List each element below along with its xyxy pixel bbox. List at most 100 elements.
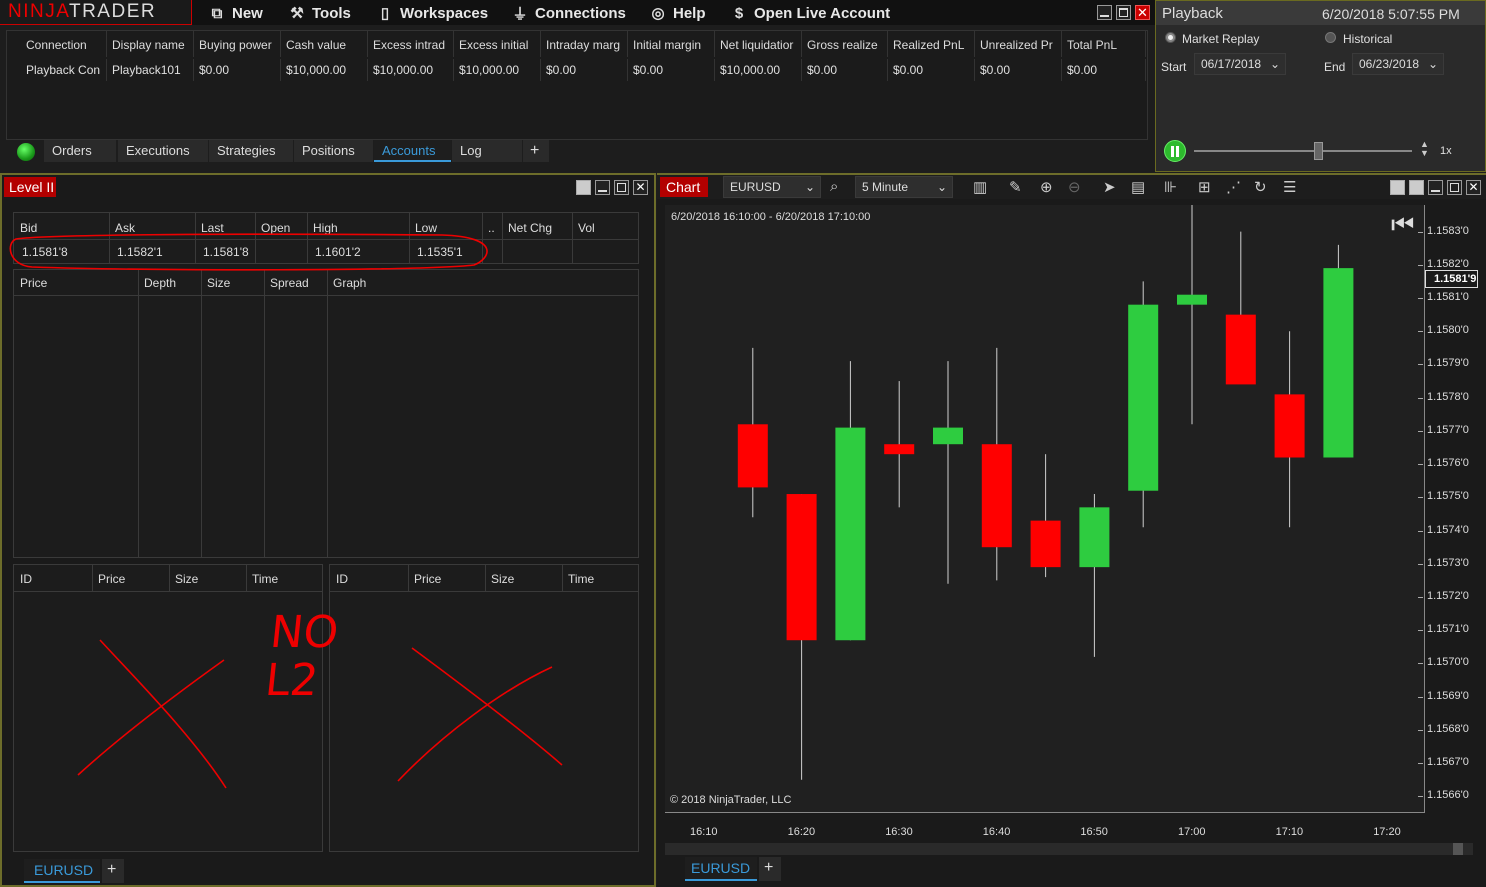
y-axis-tick-label: 1.1582'0 <box>1418 257 1469 270</box>
add-tab-button[interactable]: + <box>102 859 124 883</box>
menu-workspaces[interactable]: ▯ Workspaces <box>377 3 488 23</box>
maximize-button[interactable] <box>1116 5 1131 20</box>
search-icon[interactable]: ⌕ <box>830 178 838 195</box>
zoom-out-icon[interactable]: ⊖ <box>1068 178 1081 196</box>
account-cell: $0.00 <box>975 59 1062 81</box>
candle-body <box>737 424 768 488</box>
playback-datetime: 6/20/2018 5:07:55 PM <box>1322 6 1460 22</box>
account-cell: $10,000.00 <box>368 59 454 81</box>
candle-body <box>1030 520 1061 568</box>
column-header[interactable]: Buying power <box>194 31 281 57</box>
account-cell: $10,000.00 <box>715 59 802 81</box>
interval-selector[interactable]: 5 Minute ⌄ <box>855 176 953 198</box>
menu-tools[interactable]: ⚒ Tools <box>289 3 351 23</box>
indicators-icon[interactable]: ⊞ <box>1198 178 1211 196</box>
y-axis-tick-label: 1.1575'0 <box>1418 490 1469 503</box>
chevron-down-icon: ⌄ <box>1269 57 1280 71</box>
close-icon[interactable]: ✕ <box>1466 180 1481 195</box>
column-header[interactable]: Connection <box>21 31 107 57</box>
chart-scrollbar[interactable] <box>665 843 1473 855</box>
data-box-icon[interactable]: ▤ <box>1131 178 1145 196</box>
add-tab-button[interactable]: + <box>759 857 781 881</box>
reload-icon[interactable]: ↻ <box>1254 178 1267 196</box>
chart-plot-area[interactable]: 6/20/2018 16:10:00 - 6/20/2018 17:10:00 … <box>665 205 1425 813</box>
close-icon[interactable]: ✕ <box>1135 5 1150 20</box>
y-axis-tick-label: 1.1569'0 <box>1418 689 1469 702</box>
order-panel-icon[interactable]: ⊪ <box>1164 178 1177 196</box>
strategies-icon[interactable]: ⋰ <box>1226 178 1241 196</box>
menu-open-live-account[interactable]: $ Open Live Account <box>731 3 890 23</box>
bar-type-icon[interactable]: ▥ <box>973 178 987 196</box>
column-header[interactable]: Intraday marg <box>541 31 628 57</box>
column-header[interactable]: Total PnL <box>1062 31 1146 57</box>
column-header[interactable]: Gross realize <box>802 31 888 57</box>
minimize-button[interactable] <box>1097 5 1112 20</box>
account-cell: $0.00 <box>1062 59 1146 81</box>
speed-stepper[interactable]: ▲ ▼ <box>1420 140 1429 158</box>
tab-eurusd[interactable]: EURUSD <box>685 857 757 881</box>
account-cell: $0.00 <box>194 59 281 81</box>
chart-window: Chart EURUSD ⌄ ⌕ 5 Minute ⌄ ▥ ✎ ⊕ ⊖ ➤ ▤ ⊪ … <box>657 173 1486 887</box>
y-axis-tick-label: 1.1568'0 <box>1418 722 1469 735</box>
tools-icon: ⚒ <box>290 5 304 22</box>
pause-button[interactable] <box>1164 140 1186 162</box>
end-date-picker[interactable]: 06/23/2018 ⌄ <box>1352 53 1444 75</box>
y-axis-tick-label: 1.1566'0 <box>1418 789 1469 802</box>
tab-positions[interactable]: Positions <box>294 140 373 162</box>
tab-executions[interactable]: Executions <box>118 140 208 162</box>
account-cell: $0.00 <box>888 59 975 81</box>
connections-icon: ⏚ <box>512 5 528 23</box>
column-header[interactable]: Net liquidatior <box>715 31 802 57</box>
playback-slider-handle[interactable] <box>1314 142 1323 160</box>
last-price-marker: 1.1581'9 <box>1425 270 1478 288</box>
column-header[interactable]: Display name <box>107 31 194 57</box>
column-header[interactable]: Excess initial <box>454 31 541 57</box>
scroll-to-start-icon[interactable]: ⏮ <box>1391 211 1414 237</box>
chart-copyright: © 2018 NinjaTrader, LLC <box>670 794 792 806</box>
y-axis-tick-label: 1.1578'0 <box>1418 390 1469 403</box>
chevron-down-icon: ⌄ <box>804 180 815 194</box>
candle-body <box>1274 394 1305 458</box>
candlestick-series <box>737 205 1354 780</box>
tab-eurusd[interactable]: EURUSD <box>24 859 100 883</box>
start-label: Start <box>1161 60 1187 74</box>
drawing-tool-icon[interactable]: ✎ <box>1009 178 1022 196</box>
playback-slider-track[interactable] <box>1194 150 1412 152</box>
properties-icon[interactable]: ☰ <box>1283 178 1296 196</box>
column-header[interactable]: Excess intrad <box>368 31 454 57</box>
tab-strategies[interactable]: Strategies <box>209 140 293 162</box>
y-axis-tick-label: 1.1579'0 <box>1418 357 1469 370</box>
market-replay-label: Market Replay <box>1182 32 1260 46</box>
instrument-selector[interactable]: EURUSD ⌄ <box>723 176 821 198</box>
y-axis-tick-label: 1.1583'0 <box>1418 224 1469 237</box>
window-link-icon[interactable] <box>1409 180 1424 195</box>
market-replay-radio[interactable] <box>1165 32 1176 43</box>
historical-radio[interactable] <box>1325 32 1336 43</box>
candle-body <box>835 427 866 641</box>
account-cell: $0.00 <box>628 59 715 81</box>
x-axis-tick-label: 16:30 <box>885 826 913 838</box>
cursor-icon[interactable]: ➤ <box>1103 178 1116 196</box>
add-tab-button[interactable]: + <box>523 140 549 162</box>
account-cell: $10,000.00 <box>281 59 368 81</box>
maximize-button[interactable] <box>1447 180 1462 195</box>
window-mode-icon[interactable] <box>1390 180 1405 195</box>
tab-log[interactable]: Log <box>452 140 522 162</box>
minimize-button[interactable] <box>1428 180 1443 195</box>
menu-help[interactable]: ◎ Help <box>650 3 705 23</box>
tab-orders[interactable]: Orders <box>44 140 116 162</box>
menu-new[interactable]: ⧉ New <box>209 3 263 23</box>
column-header[interactable]: Cash value <box>281 31 368 57</box>
candle-body <box>1128 304 1159 491</box>
tab-accounts[interactable]: Accounts <box>374 140 451 162</box>
column-header[interactable]: Initial margin <box>628 31 715 57</box>
menu-connections[interactable]: ⏚ Connections <box>512 3 625 23</box>
zoom-in-icon[interactable]: ⊕ <box>1040 178 1053 196</box>
y-axis-tick-label: 1.1576'0 <box>1418 457 1469 470</box>
candle-body <box>1177 294 1207 305</box>
playback-title: Playback <box>1162 5 1223 22</box>
column-header[interactable]: Realized PnL <box>888 31 975 57</box>
column-header[interactable]: Unrealized Pr <box>975 31 1062 57</box>
start-date-picker[interactable]: 06/17/2018 ⌄ <box>1194 53 1286 75</box>
x-axis-tick-label: 16:50 <box>1080 826 1108 838</box>
